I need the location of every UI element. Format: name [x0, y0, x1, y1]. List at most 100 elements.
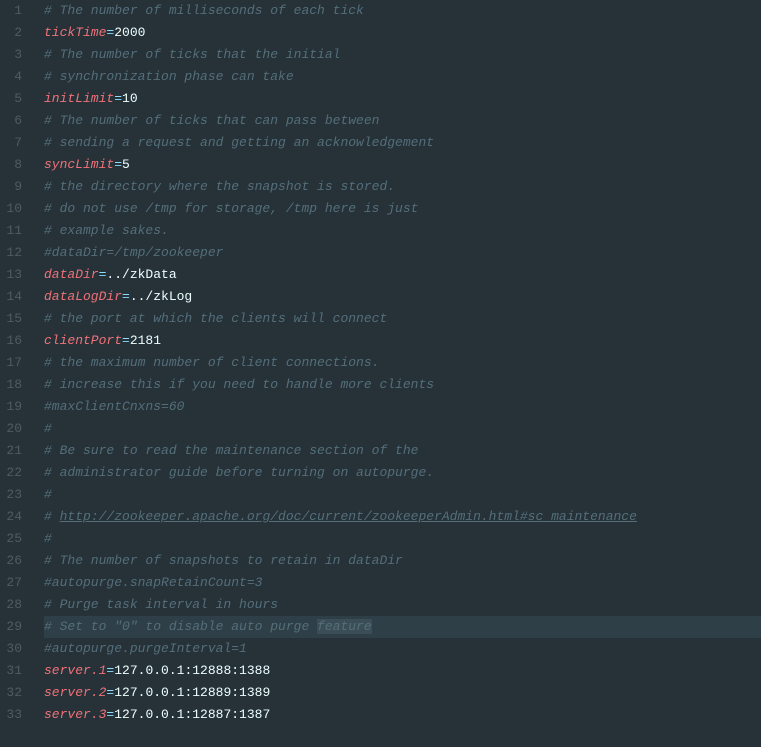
eq-token: = [114, 91, 122, 106]
code-line[interactable]: server.2=127.0.0.1:12889:1389 [44, 682, 761, 704]
code-line[interactable]: #autopurge.purgeInterval=1 [44, 638, 761, 660]
comment-token: # The number of ticks that the initial [44, 47, 348, 62]
comment-token: #maxClientCnxns=60 [44, 399, 184, 414]
comment-token: # The number of ticks that can pass betw… [44, 113, 387, 128]
line-number: 14 [0, 286, 22, 308]
val-token: 10 [122, 91, 138, 106]
comment-token: # The number of milliseconds of each tic… [44, 3, 364, 18]
key-token: server.1 [44, 663, 106, 678]
key-token: tickTime [44, 25, 106, 40]
eq-token: = [122, 333, 130, 348]
code-line[interactable]: server.1=127.0.0.1:12888:1388 [44, 660, 761, 682]
code-line[interactable]: # The number of ticks that the initial [44, 44, 761, 66]
comment-token: # example sakes. [44, 223, 169, 238]
code-line[interactable]: # the maximum number of client connectio… [44, 352, 761, 374]
code-editor[interactable]: 1234567891011121314151617181920212223242… [0, 0, 761, 747]
comment-token: #autopurge.purgeInterval=1 [44, 641, 247, 656]
line-number: 2 [0, 22, 22, 44]
code-line[interactable]: tickTime=2000 [44, 22, 761, 44]
val-token: ../zkLog [130, 289, 192, 304]
val-token: 127.0.0.1:12889:1389 [114, 685, 270, 700]
comment-token: # [44, 531, 52, 546]
code-line[interactable]: # the port at which the clients will con… [44, 308, 761, 330]
comment-token: # The number of snapshots to retain in d… [44, 553, 403, 568]
code-line[interactable]: #maxClientCnxns=60 [44, 396, 761, 418]
code-line[interactable]: dataLogDir=../zkLog [44, 286, 761, 308]
code-line[interactable]: # The number of milliseconds of each tic… [44, 0, 761, 22]
line-number: 5 [0, 88, 22, 110]
line-number: 7 [0, 132, 22, 154]
code-line[interactable]: server.3=127.0.0.1:12887:1387 [44, 704, 761, 726]
comment-token: # synchronization phase can take [44, 69, 294, 84]
line-number: 9 [0, 176, 22, 198]
val-token: 127.0.0.1:12888:1388 [114, 663, 270, 678]
val-token: 2181 [130, 333, 161, 348]
key-token: server.3 [44, 707, 106, 722]
line-number: 20 [0, 418, 22, 440]
line-number: 25 [0, 528, 22, 550]
code-line[interactable]: # Set to "0" to disable auto purge featu… [44, 616, 761, 638]
code-line[interactable]: # increase this if you need to handle mo… [44, 374, 761, 396]
comment-token: #dataDir=/tmp/zookeeper [44, 245, 223, 260]
code-line[interactable]: # The number of snapshots to retain in d… [44, 550, 761, 572]
eq-token: = [114, 157, 122, 172]
line-number: 8 [0, 154, 22, 176]
code-line[interactable]: # sending a request and getting an ackno… [44, 132, 761, 154]
code-line[interactable]: syncLimit=5 [44, 154, 761, 176]
code-line[interactable]: # synchronization phase can take [44, 66, 761, 88]
line-number: 33 [0, 704, 22, 726]
comment-token: # [44, 487, 52, 502]
code-line[interactable]: # Be sure to read the maintenance sectio… [44, 440, 761, 462]
line-number: 26 [0, 550, 22, 572]
code-line[interactable]: # [44, 484, 761, 506]
line-number: 16 [0, 330, 22, 352]
comment-token: # sending a request and getting an ackno… [44, 135, 434, 150]
line-number: 32 [0, 682, 22, 704]
line-number: 10 [0, 198, 22, 220]
comment-token: # [44, 509, 60, 524]
line-number: 28 [0, 594, 22, 616]
line-number: 23 [0, 484, 22, 506]
line-number: 11 [0, 220, 22, 242]
code-line[interactable]: # do not use /tmp for storage, /tmp here… [44, 198, 761, 220]
key-token: clientPort [44, 333, 122, 348]
code-line[interactable]: initLimit=10 [44, 88, 761, 110]
code-line[interactable]: # administrator guide before turning on … [44, 462, 761, 484]
line-number: 29 [0, 616, 22, 638]
code-line[interactable]: # http://zookeeper.apache.org/doc/curren… [44, 506, 761, 528]
line-number-gutter: 1234567891011121314151617181920212223242… [0, 0, 32, 747]
code-line[interactable]: clientPort=2181 [44, 330, 761, 352]
comment-token: # the maximum number of client connectio… [44, 355, 379, 370]
key-token: dataDir [44, 267, 99, 282]
key-token: initLimit [44, 91, 114, 106]
line-number: 1 [0, 0, 22, 22]
key-token: dataLogDir [44, 289, 122, 304]
comment-token: # do not use /tmp for storage, /tmp here… [44, 201, 426, 216]
code-line[interactable]: #autopurge.snapRetainCount=3 [44, 572, 761, 594]
comment-token: # the directory where the snapshot is st… [44, 179, 395, 194]
line-number: 12 [0, 242, 22, 264]
comment-token: # increase this if you need to handle mo… [44, 377, 434, 392]
line-number: 21 [0, 440, 22, 462]
code-area[interactable]: # The number of milliseconds of each tic… [32, 0, 761, 747]
val-token: 2000 [114, 25, 145, 40]
val-token: 127.0.0.1:12887:1387 [114, 707, 270, 722]
code-line[interactable]: # [44, 418, 761, 440]
eq-token: = [122, 289, 130, 304]
line-number: 15 [0, 308, 22, 330]
comment-token: feature [317, 619, 372, 634]
code-line[interactable]: dataDir=../zkData [44, 264, 761, 286]
code-line[interactable]: # the directory where the snapshot is st… [44, 176, 761, 198]
code-line[interactable]: # The number of ticks that can pass betw… [44, 110, 761, 132]
comment-token: # administrator guide before turning on … [44, 465, 434, 480]
line-number: 4 [0, 66, 22, 88]
code-line[interactable]: # [44, 528, 761, 550]
comment-token: # [44, 421, 52, 436]
comment-token: # Set to "0" to disable auto purge [44, 619, 317, 634]
key-token: syncLimit [44, 157, 114, 172]
line-number: 17 [0, 352, 22, 374]
code-line[interactable]: #dataDir=/tmp/zookeeper [44, 242, 761, 264]
code-line[interactable]: # example sakes. [44, 220, 761, 242]
code-line[interactable]: # Purge task interval in hours [44, 594, 761, 616]
line-number: 6 [0, 110, 22, 132]
